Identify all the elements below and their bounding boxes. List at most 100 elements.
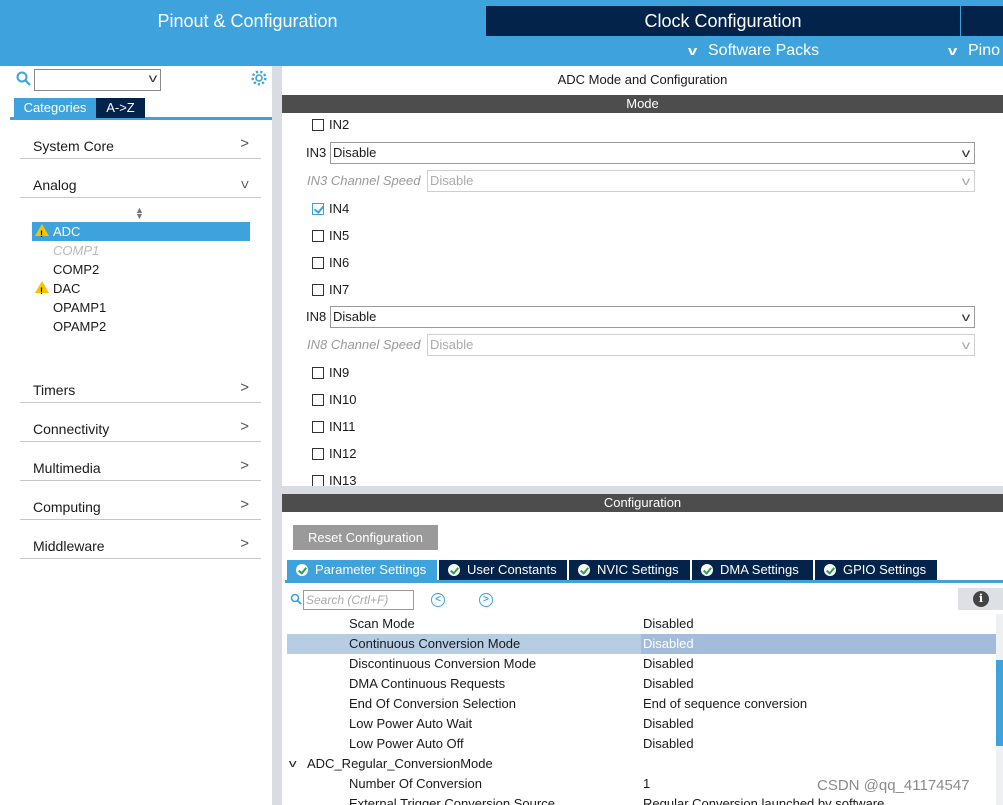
sidebar: v Categories A->Z System Core > Analog > ▲… <box>10 66 272 805</box>
analog-item-comp2[interactable]: COMP2 <box>32 260 250 279</box>
checkbox-box[interactable] <box>312 203 324 215</box>
previous-match-icon[interactable]: < <box>431 593 445 607</box>
chevron-right-icon: > <box>240 135 249 152</box>
checkbox-label: IN2 <box>329 117 350 132</box>
checkbox-label: IN7 <box>329 282 350 297</box>
check-circle-icon <box>296 564 308 576</box>
table-row[interactable]: End Of Conversion Selection End of sequen… <box>287 694 996 714</box>
warning-icon <box>35 281 49 301</box>
item-label: ADC <box>53 224 81 239</box>
search-icon[interactable] <box>16 71 32 87</box>
tab-clock-configuration[interactable]: Clock Configuration <box>486 6 960 36</box>
tab-a-to-z[interactable]: A->Z <box>96 98 145 118</box>
chevron-down-icon: v <box>961 174 971 188</box>
checkbox-box[interactable] <box>312 284 324 296</box>
chevron-down-icon[interactable]: v <box>289 754 297 774</box>
param-value: Disabled <box>643 656 694 671</box>
checkbox-label: IN13 <box>329 473 357 486</box>
chevron-down-icon: v <box>148 71 158 85</box>
tab-parameter-settings[interactable]: Parameter Settings <box>287 560 437 580</box>
software-packs-label: Software Packs <box>708 42 820 59</box>
checkbox-box[interactable] <box>312 394 324 406</box>
analog-item-comp1[interactable]: COMP1 <box>32 241 250 260</box>
section-splitter[interactable] <box>282 486 1003 494</box>
category-label: Middleware <box>33 538 105 554</box>
checkbox-box[interactable] <box>312 475 324 486</box>
tab-categories[interactable]: Categories <box>14 98 96 118</box>
analog-item-opamp1[interactable]: OPAMP1 <box>32 298 250 317</box>
tab-user-constants[interactable]: User Constants <box>439 560 567 580</box>
table-row-selected[interactable]: Continuous Conversion Mode Disabled <box>287 634 996 654</box>
component-search-combo[interactable]: v <box>34 69 161 91</box>
category-timers[interactable]: Timers > <box>20 373 261 403</box>
checkbox-box[interactable] <box>312 119 324 131</box>
pinout-menu[interactable]: v Pino <box>948 38 1000 64</box>
category-label: Computing <box>33 499 101 515</box>
table-row[interactable]: Low Power Auto Wait Disabled <box>287 714 996 734</box>
tab-dma-settings[interactable]: DMA Settings <box>692 560 813 580</box>
chevron-down-icon: v <box>961 310 971 324</box>
checkbox-box[interactable] <box>312 230 324 242</box>
checkbox-label: IN6 <box>329 255 350 270</box>
category-computing[interactable]: Computing > <box>20 490 261 520</box>
analog-item-opamp2[interactable]: OPAMP2 <box>32 317 250 336</box>
tab-overflow[interactable] <box>961 6 1003 36</box>
table-row[interactable]: Low Power Auto Off Disabled <box>287 734 996 754</box>
table-row[interactable]: Discontinuous Conversion Mode Disabled <box>287 654 996 674</box>
panel-splitter[interactable] <box>272 66 282 805</box>
software-packs-menu[interactable]: v Software Packs <box>688 38 820 64</box>
tab-pinout-configuration[interactable]: Pinout & Configuration <box>10 6 485 36</box>
select-value: Disable <box>430 173 474 188</box>
sort-icon[interactable]: ▲ ▼ <box>135 206 144 221</box>
parameter-search-input[interactable]: Search (Crtl+F) <box>303 590 414 610</box>
category-middleware[interactable]: Middleware > <box>20 529 261 559</box>
tab-label: GPIO Settings <box>843 562 927 577</box>
category-system-core[interactable]: System Core > <box>20 129 261 159</box>
in3-channel-speed-select: Disable v <box>427 170 975 192</box>
reset-configuration-button[interactable]: Reset Configuration <box>293 525 438 550</box>
param-value: 1 <box>643 776 651 791</box>
chevron-right-icon: > <box>240 418 249 435</box>
category-label: Multimedia <box>33 460 101 476</box>
category-label: Timers <box>33 382 76 398</box>
tab-gpio-settings[interactable]: GPIO Settings <box>815 560 937 580</box>
info-button[interactable]: i <box>958 588 1003 610</box>
watermark: CSDN @qq_41174547 <box>817 777 970 794</box>
param-name: Low Power Auto Off <box>349 736 464 751</box>
checkbox-box[interactable] <box>312 257 324 269</box>
tab-label: User Constants <box>467 562 557 577</box>
category-multimedia[interactable]: Multimedia > <box>20 451 261 481</box>
param-name: End Of Conversion Selection <box>349 696 516 711</box>
group-name: ADC_Regular_ConversionMode <box>307 756 493 771</box>
tab-nvic-settings[interactable]: NVIC Settings <box>569 560 690 580</box>
in8-channel-speed-select: Disable v <box>427 334 975 356</box>
vertical-scrollbar[interactable] <box>996 614 1003 805</box>
param-name: Number Of Conversion <box>349 776 482 791</box>
main-panel: ADC Mode and Configuration Mode IN2 IN3 … <box>282 66 1003 805</box>
param-name: Scan Mode <box>349 616 415 631</box>
table-row[interactable]: External Trigger Conversion Source Regula… <box>287 794 996 805</box>
table-row[interactable]: Scan Mode Disabled <box>287 614 996 634</box>
checkbox-box[interactable] <box>312 367 324 379</box>
scrollbar-thumb[interactable] <box>996 660 1003 746</box>
in8-select[interactable]: Disable v <box>330 306 975 328</box>
checkbox-box[interactable] <box>312 421 324 433</box>
in3-select[interactable]: Disable v <box>330 142 975 164</box>
chevron-down-icon: v <box>961 146 971 160</box>
category-analog[interactable]: Analog > <box>20 168 261 198</box>
page-title: ADC Mode and Configuration <box>557 72 728 87</box>
chevron-right-icon: > <box>240 379 249 396</box>
table-row[interactable]: DMA Continuous Requests Disabled <box>287 674 996 694</box>
select-label: IN8 Channel Speed <box>307 337 421 352</box>
next-match-icon[interactable]: > <box>479 593 493 607</box>
category-label: Analog <box>33 177 77 193</box>
checkbox-box[interactable] <box>312 448 324 460</box>
check-circle-icon <box>448 564 460 576</box>
mode-section-header: Mode <box>282 95 1003 113</box>
gear-icon[interactable] <box>250 69 268 92</box>
analog-item-dac[interactable]: DAC <box>32 279 250 301</box>
analog-item-adc[interactable]: ADC <box>32 222 250 244</box>
param-value[interactable]: Disabled <box>641 634 996 654</box>
table-group-row[interactable]: v ADC_Regular_ConversionMode <box>287 754 996 774</box>
category-connectivity[interactable]: Connectivity > <box>20 412 261 442</box>
